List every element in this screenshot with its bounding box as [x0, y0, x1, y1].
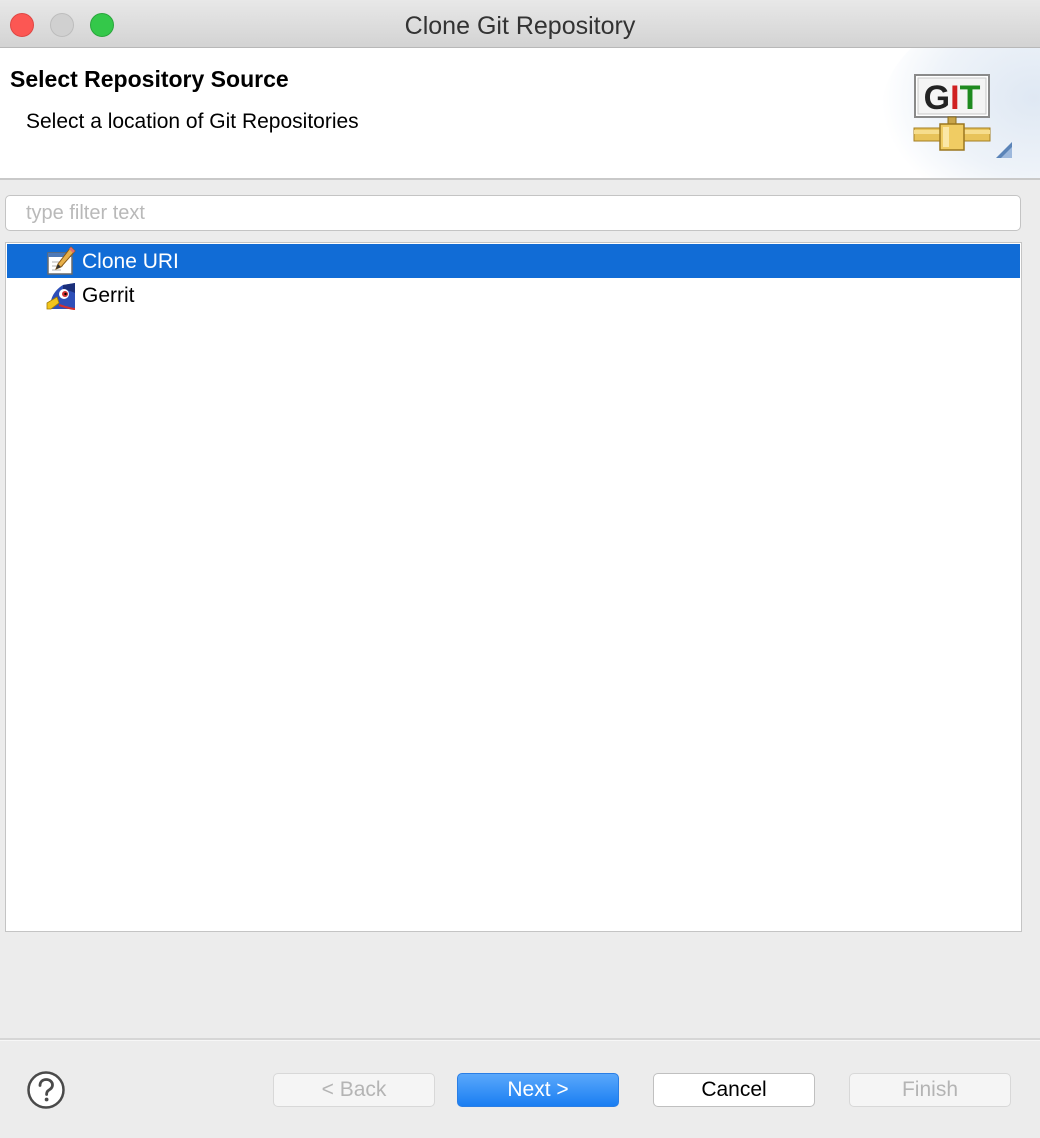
- git-logo-text: GIT: [924, 79, 981, 117]
- footer-separator: [0, 1038, 1040, 1041]
- gerrit-icon: [46, 283, 76, 310]
- clone-git-repository-dialog: Clone Git Repository Select Repository S…: [0, 0, 1040, 1138]
- help-icon[interactable]: [26, 1070, 66, 1110]
- tree-item-gerrit[interactable]: Gerrit: [7, 278, 1020, 312]
- cancel-button[interactable]: Cancel: [653, 1073, 815, 1107]
- title-bar: Clone Git Repository: [0, 0, 1040, 48]
- repository-source-tree: Clone URI Gerrit: [5, 242, 1022, 932]
- back-button[interactable]: < Back: [273, 1073, 435, 1107]
- tree-item-clone-uri[interactable]: Clone URI: [7, 244, 1020, 278]
- tree-item-label: Clone URI: [82, 250, 179, 273]
- page-description: Select a location of Git Repositories: [26, 110, 359, 133]
- tree-item-label: Gerrit: [82, 284, 135, 307]
- clone-uri-icon: [47, 246, 76, 275]
- wizard-banner: Select Repository Source Select a locati…: [0, 48, 1040, 180]
- next-button[interactable]: Next >: [457, 1073, 619, 1107]
- git-logo-icon: GIT: [913, 74, 1012, 158]
- finish-button[interactable]: Finish: [849, 1073, 1011, 1107]
- page-title: Select Repository Source: [10, 66, 289, 92]
- window-title: Clone Git Repository: [404, 12, 636, 40]
- filter-input[interactable]: [5, 195, 1021, 231]
